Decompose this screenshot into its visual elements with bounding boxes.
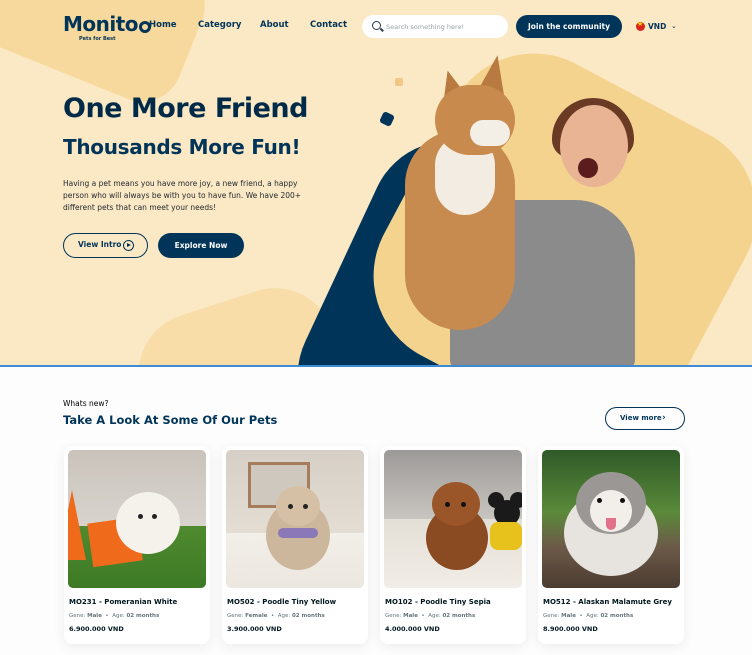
pet-meta: Gene: Male • Age: 02 months xyxy=(385,613,476,619)
pomeranian-body xyxy=(116,492,180,554)
nav-contact[interactable]: Contact xyxy=(310,20,347,30)
search-bar[interactable] xyxy=(362,15,508,38)
woman-mouth xyxy=(578,158,598,178)
pet-price: 3.900.000 VND xyxy=(227,625,282,633)
pet-image-poodle-yellow xyxy=(226,450,364,588)
pet-card[interactable]: MO512 - Alaskan Malamute Grey Gene: Male… xyxy=(538,446,684,644)
age-label: Age: xyxy=(428,613,441,619)
currency-selector[interactable]: VND xyxy=(648,22,666,31)
pet-meta: Gene: Male • Age: 02 months xyxy=(543,613,634,619)
join-community-button[interactable]: Join the community xyxy=(516,15,622,38)
pomeranian-eye xyxy=(138,514,143,519)
pet-price: 4.000.000 VND xyxy=(385,625,440,633)
search-input[interactable] xyxy=(386,19,502,34)
chevron-down-icon[interactable]: ⌄ xyxy=(671,22,677,30)
chevron-right-icon: › xyxy=(662,413,666,423)
poodle-eye xyxy=(445,502,450,507)
brand-name: Monito xyxy=(63,12,139,36)
poodle-head xyxy=(432,482,480,526)
section-title: Take A Look At Some Of Our Pets xyxy=(63,413,278,427)
nav-about[interactable]: About xyxy=(260,20,289,30)
section-eyebrow: Whats new? xyxy=(63,399,109,408)
gene-label: Gene: xyxy=(543,613,560,619)
gene-value: Female xyxy=(245,613,268,619)
gene-label: Gene: xyxy=(227,613,244,619)
play-icon xyxy=(123,240,134,251)
vietnam-flag-icon[interactable] xyxy=(636,20,645,31)
orange-cone xyxy=(68,490,86,560)
pet-image-alaskan-malamute xyxy=(542,450,680,588)
pet-card[interactable]: MO102 - Poodle Tiny Sepia Gene: Male • A… xyxy=(380,446,526,644)
pet-price: 8.900.000 VND xyxy=(543,625,598,633)
pomeranian-eye xyxy=(152,514,157,519)
pet-image-pomeranian xyxy=(68,450,206,588)
gene-value: Male xyxy=(403,613,418,619)
age-value: 02 months xyxy=(442,613,476,619)
search-icon xyxy=(372,21,381,30)
nav-home[interactable]: Home xyxy=(149,20,177,30)
brand-logo[interactable]: Monito Pets for Best xyxy=(63,12,152,42)
gene-value: Male xyxy=(87,613,102,619)
pet-name[interactable]: MO512 - Alaskan Malamute Grey xyxy=(543,598,672,606)
hero-image-woman-with-corgi xyxy=(380,50,660,365)
hero-subtitle: Thousands More Fun! xyxy=(63,135,301,159)
gene-label: Gene: xyxy=(385,613,402,619)
nav-category[interactable]: Category xyxy=(198,20,241,30)
age-label: Age: xyxy=(277,613,291,619)
pet-card[interactable]: MO231 - Pomeranian White Gene: Male • Ag… xyxy=(64,446,210,644)
malamute-eye xyxy=(620,498,625,503)
pet-card[interactable]: MO502 - Poodle Tiny Yellow Gene: Female … xyxy=(222,446,368,644)
explore-now-button[interactable]: Explore Now xyxy=(158,233,244,258)
hero-title: One More Friend xyxy=(63,93,308,124)
pet-price: 6.900.000 VND xyxy=(69,625,124,633)
view-more-button[interactable]: View more › xyxy=(605,407,685,430)
view-intro-button[interactable]: View Intro xyxy=(63,233,148,258)
corgi-snout xyxy=(470,120,510,146)
pet-meta: Gene: Female • Age: 02 months xyxy=(227,613,325,619)
poodle-eye xyxy=(461,502,466,507)
poodle-eye xyxy=(303,504,308,509)
gene-value: Male xyxy=(561,613,576,619)
age-value: 02 months xyxy=(600,613,634,619)
poodle-head xyxy=(276,486,320,526)
hero-description: Having a pet means you have more joy, a … xyxy=(63,179,302,212)
brand-tagline: Pets for Best xyxy=(79,36,116,42)
toy-body xyxy=(490,522,522,550)
age-label: Age: xyxy=(586,613,599,619)
pet-image-poodle-sepia xyxy=(384,450,522,588)
flower-collar xyxy=(278,528,318,538)
view-intro-label: View Intro xyxy=(78,240,122,249)
view-more-label: View more xyxy=(620,414,662,422)
malamute-tongue xyxy=(606,518,616,530)
gene-label: Gene: xyxy=(69,613,86,619)
pet-name[interactable]: MO231 - Pomeranian White xyxy=(69,598,177,606)
pet-name[interactable]: MO502 - Poodle Tiny Yellow xyxy=(227,598,336,606)
pet-name[interactable]: MO102 - Poodle Tiny Sepia xyxy=(385,598,491,606)
age-value: 02 months xyxy=(126,613,160,619)
age-value: 02 months xyxy=(291,613,325,619)
age-label: Age: xyxy=(112,613,125,619)
pet-meta: Gene: Male • Age: 02 months xyxy=(69,613,160,619)
malamute-eye xyxy=(597,498,602,503)
hero-section: Monito Pets for Best Home Category About… xyxy=(0,0,752,367)
poodle-eye xyxy=(288,504,293,509)
